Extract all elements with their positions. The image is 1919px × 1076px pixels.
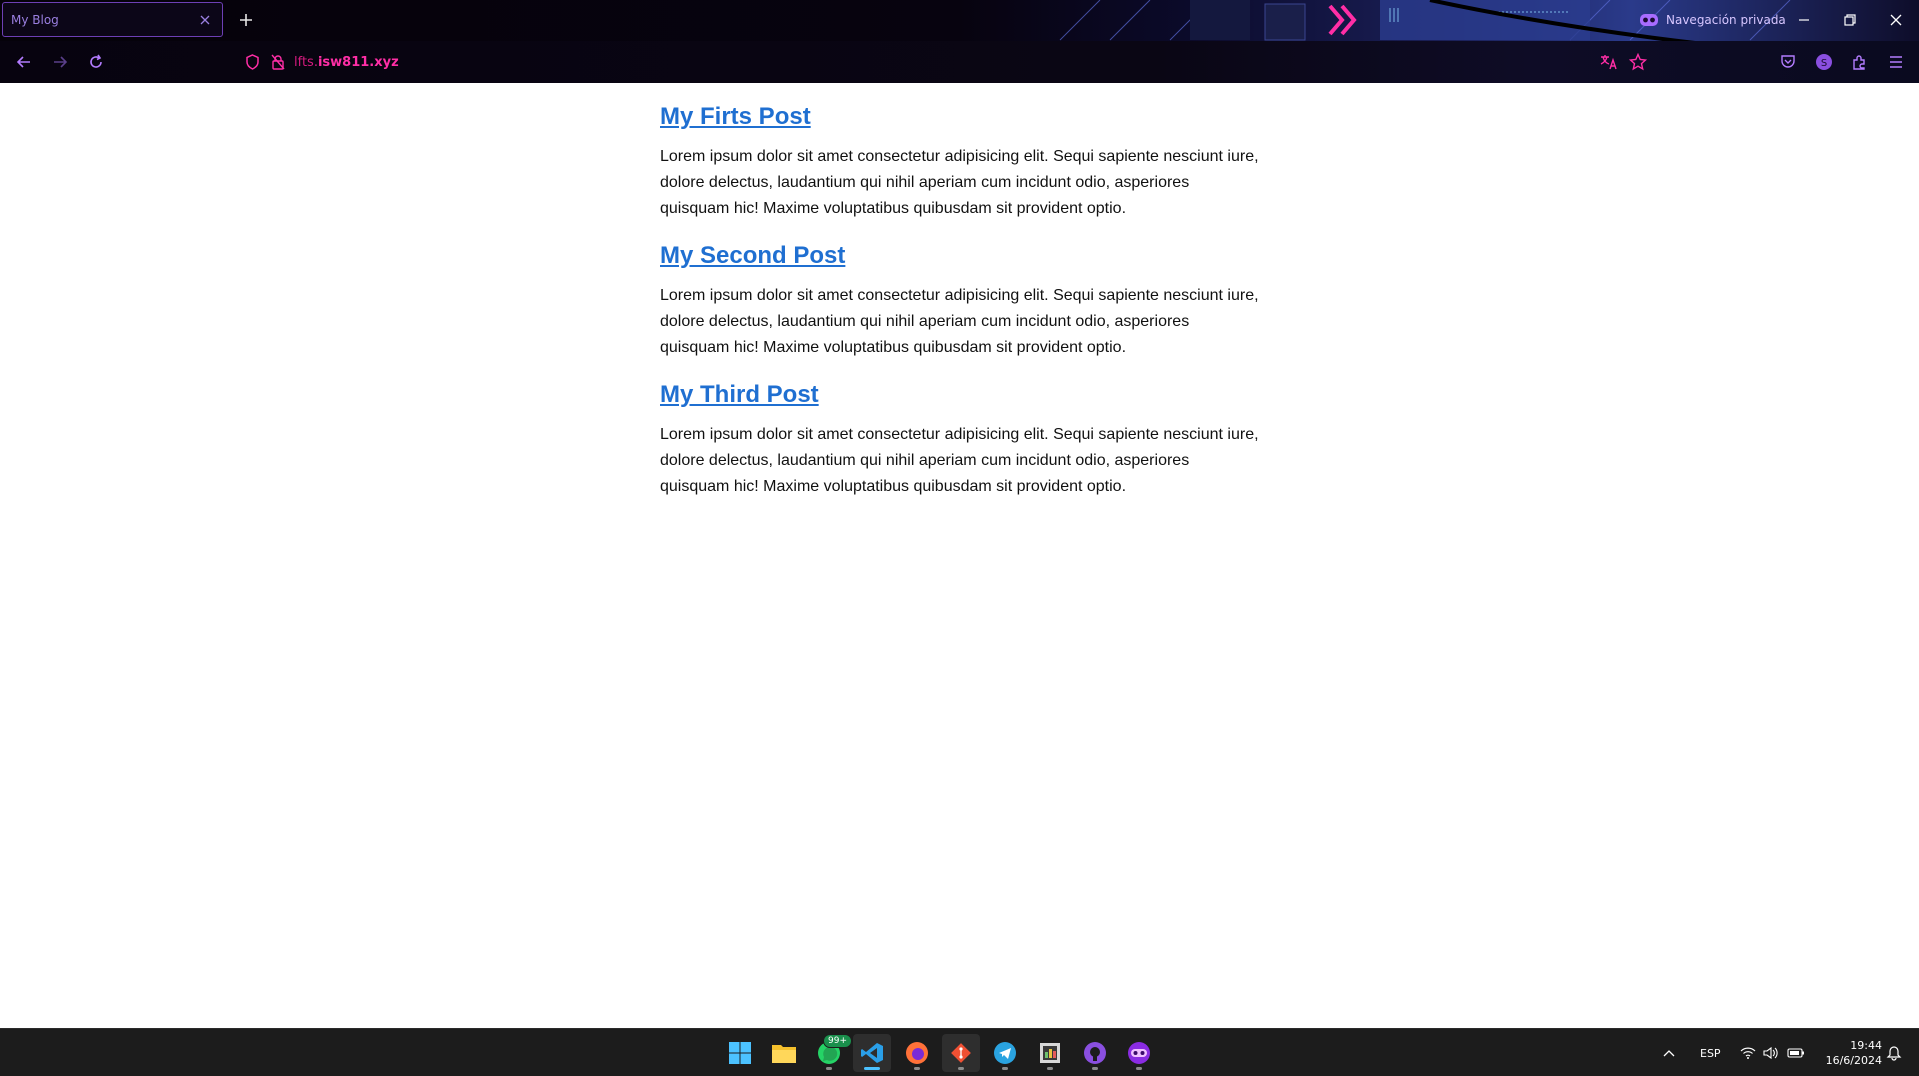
insecure-lock-icon[interactable] xyxy=(266,50,290,74)
post-excerpt: Lorem ipsum dolor sit amet consectetur a… xyxy=(660,287,1259,356)
running-indicator xyxy=(958,1067,964,1070)
firefox-private-icon[interactable] xyxy=(1120,1034,1158,1072)
show-hidden-icons-chevron-icon[interactable] xyxy=(1662,1029,1676,1076)
clock-time: 19:44 xyxy=(1850,1039,1882,1052)
account-avatar-icon[interactable]: S xyxy=(1812,50,1836,74)
url-domain: isw811.xyz xyxy=(317,54,399,70)
language-indicator[interactable]: ESP xyxy=(1700,1029,1721,1076)
running-indicator xyxy=(1047,1067,1053,1070)
blog-post: My Firts Post Lorem ipsum dolor sit amet… xyxy=(660,83,1260,222)
extensions-puzzle-icon[interactable] xyxy=(1848,50,1872,74)
url-subdomain: lfts. xyxy=(294,54,318,70)
clock-date: 16/6/2024 xyxy=(1825,1054,1882,1067)
firefox-icon[interactable] xyxy=(898,1034,936,1072)
windows-start-icon[interactable] xyxy=(721,1034,759,1072)
image-viewer-icon[interactable] xyxy=(1031,1034,1069,1072)
new-tab-icon[interactable] xyxy=(234,8,258,32)
git-icon[interactable] xyxy=(942,1034,980,1072)
pocket-icon[interactable] xyxy=(1776,50,1800,74)
post-excerpt: Lorem ipsum dolor sit amet consectetur a… xyxy=(660,426,1259,495)
vscode-icon[interactable] xyxy=(853,1034,891,1072)
language-label: ESP xyxy=(1700,1046,1721,1060)
reload-icon[interactable] xyxy=(84,50,108,74)
private-mask-icon xyxy=(1640,14,1658,26)
translate-icon[interactable] xyxy=(1597,50,1621,74)
forward-arrow-icon[interactable] xyxy=(48,50,72,74)
url-bar[interactable]: lfts.isw811.xyz xyxy=(232,46,1612,78)
running-indicator xyxy=(1002,1067,1008,1070)
svg-text:S: S xyxy=(1821,58,1827,69)
private-browsing-indicator: Navegación privada xyxy=(1640,8,1786,32)
running-indicator xyxy=(1092,1067,1098,1070)
url-text[interactable]: lfts.isw811.xyz xyxy=(294,55,399,70)
blog-post: My Second Post Lorem ipsum dolor sit ame… xyxy=(660,222,1260,361)
navigation-toolbar: lfts.isw811.xyz S xyxy=(0,41,1919,83)
volume-icon[interactable] xyxy=(1763,1029,1779,1076)
running-indicator xyxy=(826,1067,832,1070)
telegram-icon[interactable] xyxy=(986,1034,1024,1072)
whatsapp-icon[interactable]: 99+ xyxy=(810,1034,852,1072)
tab-strip: My Blog Navegación privada xyxy=(0,0,1919,41)
post-title-link[interactable]: My Third Post xyxy=(660,378,819,412)
running-indicator xyxy=(1136,1067,1142,1070)
blog-content: My Firts Post Lorem ipsum dolor sit amet… xyxy=(660,83,1260,500)
close-window-icon[interactable] xyxy=(1876,4,1916,36)
battery-icon[interactable] xyxy=(1787,1029,1805,1076)
post-title-link[interactable]: My Firts Post xyxy=(660,100,811,134)
restore-icon[interactable] xyxy=(1830,4,1870,36)
tab-title: My Blog xyxy=(11,12,59,27)
bookmark-star-icon[interactable] xyxy=(1626,50,1650,74)
tab-my-blog[interactable]: My Blog xyxy=(2,2,223,37)
hamburger-menu-icon[interactable] xyxy=(1884,50,1908,74)
file-explorer-icon[interactable] xyxy=(765,1034,803,1072)
running-indicator xyxy=(914,1067,920,1070)
close-tab-icon[interactable] xyxy=(194,9,216,31)
back-arrow-icon[interactable] xyxy=(12,50,36,74)
windows-taskbar: 99+ ESP 19:44 16/6/2024 xyxy=(0,1028,1919,1076)
wifi-icon[interactable] xyxy=(1740,1029,1756,1076)
notification-badge: 99+ xyxy=(823,1034,852,1048)
notification-bell-icon[interactable] xyxy=(1886,1029,1902,1076)
blog-post: My Third Post Lorem ipsum dolor sit amet… xyxy=(660,361,1260,500)
tracking-protection-shield-icon[interactable] xyxy=(240,50,264,74)
minimize-icon[interactable] xyxy=(1784,4,1824,36)
post-excerpt: Lorem ipsum dolor sit amet consectetur a… xyxy=(660,148,1259,217)
active-indicator xyxy=(864,1067,880,1070)
private-browsing-label: Navegación privada xyxy=(1666,13,1786,27)
post-title-link[interactable]: My Second Post xyxy=(660,239,845,273)
github-desktop-icon[interactable] xyxy=(1076,1034,1114,1072)
system-clock[interactable]: 19:44 16/6/2024 xyxy=(1812,1038,1882,1068)
